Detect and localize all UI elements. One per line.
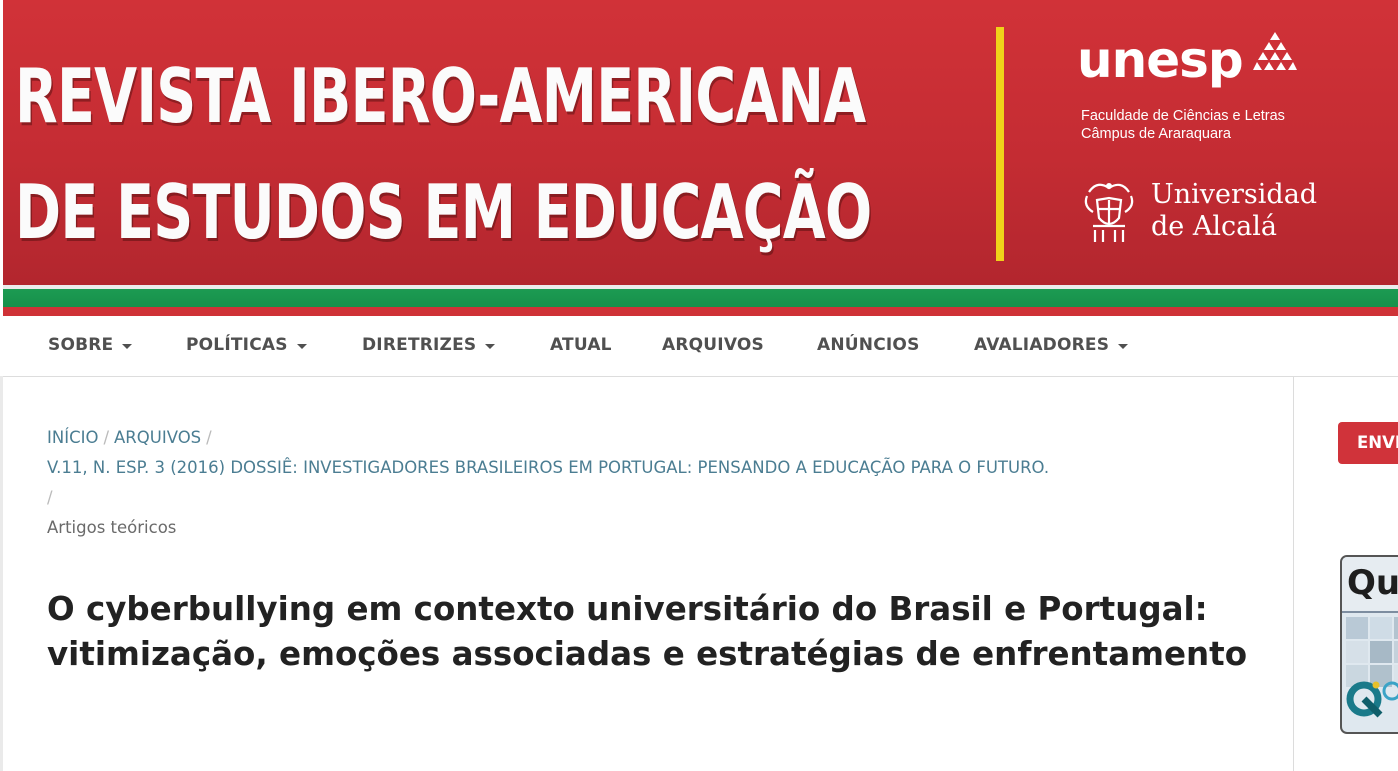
breadcrumb: INÍCIO / ARQUIVOS / V.11, N. ESP. 3 (2016) … <box>47 423 1267 543</box>
header-banner[interactable]: REVISTA IBERO-AMERICANA DE ESTUDOS EM ED… <box>3 0 1398 288</box>
qualis-grid-graphic <box>1342 613 1398 732</box>
unesp-campus: Câmpus de Araraquara <box>1081 126 1231 142</box>
caret-down-icon <box>122 343 133 349</box>
nav-item-anuncios[interactable]: ANÚNCIOS <box>817 335 920 355</box>
sidebar-divider <box>1293 377 1294 771</box>
page-left-edge <box>0 376 3 771</box>
qualis-header: Qualis <box>1342 557 1398 613</box>
main-navigation: SOBRE POLÍTICAS DIRETRIZES ATUAL ARQUIVO… <box>3 316 1398 377</box>
alcala-line1: Universidad <box>1151 179 1318 210</box>
breadcrumb-issue-link[interactable]: V.11, N. ESP. 3 (2016) DOSSIÊ: INVESTIGA… <box>47 458 1049 477</box>
submit-article-button[interactable]: ENVIAR SUBMISSÃO <box>1338 422 1398 464</box>
header-stripe-red <box>3 307 1398 316</box>
breadcrumb-separator: / <box>47 488 53 507</box>
nav-label: ARQUIVOS <box>662 335 764 355</box>
article-title: O cyberbullying em contexto universitári… <box>47 590 1248 673</box>
breadcrumb-archives-link[interactable]: ARQUIVOS <box>114 428 201 447</box>
qualis-label: Qualis <box>1347 563 1398 603</box>
alcala-crest-icon <box>1084 183 1134 242</box>
alcala-line2: de Alcalá <box>1151 211 1277 242</box>
nav-item-avaliadores[interactable]: AVALIADORES <box>974 335 1129 355</box>
breadcrumb-home-link[interactable]: INÍCIO <box>47 428 98 447</box>
header-stripe-green <box>3 289 1398 307</box>
unesp-triangle-icon <box>1253 32 1297 70</box>
breadcrumb-current-section: Artigos teóricos <box>47 518 177 537</box>
nav-item-politicas[interactable]: POLÍTICAS <box>186 335 307 355</box>
nav-item-diretrizes[interactable]: DIRETRIZES <box>362 335 496 355</box>
qualis-banner[interactable]: Qualis <box>1340 555 1398 734</box>
caret-down-icon <box>485 343 496 349</box>
nav-item-atual[interactable]: ATUAL <box>550 335 612 355</box>
journal-title-line1: REVISTA IBERO-AMERICANA <box>15 52 866 140</box>
nav-item-sobre[interactable]: SOBRE <box>48 335 133 355</box>
breadcrumb-separator: / <box>103 428 110 447</box>
nav-label: ATUAL <box>550 335 612 355</box>
caret-down-icon <box>296 343 307 349</box>
journal-title-line2: DE ESTUDOS EM EDUCAÇÃO <box>15 168 872 256</box>
nav-label: ANÚNCIOS <box>817 335 920 355</box>
journal-title: REVISTA IBERO-AMERICANA DE ESTUDOS EM ED… <box>15 38 872 270</box>
qualis-logo-icon <box>1346 681 1398 718</box>
caret-down-icon <box>1118 343 1129 349</box>
unesp-subtitle: Faculdade de Ciências e Letras Câmpus de… <box>1081 107 1285 143</box>
nav-label: SOBRE <box>48 335 114 355</box>
banner-divider <box>996 27 1004 261</box>
nav-label: AVALIADORES <box>974 335 1110 355</box>
nav-item-arquivos[interactable]: ARQUIVOS <box>662 335 764 355</box>
breadcrumb-separator: / <box>206 428 212 447</box>
alcala-name: Universidad de Alcalá <box>1151 179 1317 243</box>
nav-label: DIRETRIZES <box>362 335 477 355</box>
unesp-logo: unesp Faculdade de Ciências e Letras Câm… <box>1077 32 1297 143</box>
unesp-faculty: Faculdade de Ciências e Letras <box>1081 108 1285 124</box>
nav-label: POLÍTICAS <box>186 335 288 355</box>
